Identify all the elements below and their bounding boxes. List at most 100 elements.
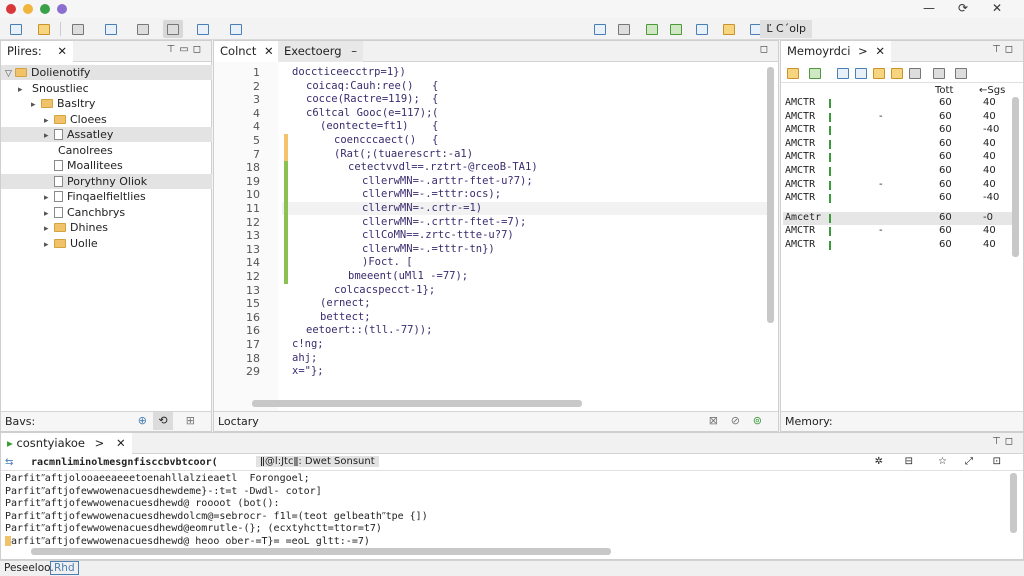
sort-icon[interactable] xyxy=(873,67,885,79)
tab-editor-active[interactable]: Colnct ✕ xyxy=(214,41,280,62)
minimize-window-dot[interactable] xyxy=(23,4,33,14)
close-icon[interactable]: ✕ xyxy=(875,44,885,58)
memory-row[interactable]: AMCTR 60 -40 xyxy=(783,192,1017,205)
code-line[interactable]: cllCoMN==.zrtc-ttte-u?7) xyxy=(362,229,514,241)
settings-toolbar-button[interactable] xyxy=(719,20,739,38)
console-line[interactable]: Parfitʺaftjofewwowenacuesdhewd@eomrutle-… xyxy=(5,523,382,535)
panel-controls[interactable]: ◻ xyxy=(760,44,772,55)
code-line[interactable]: colcacspecct-1}; xyxy=(334,284,435,296)
code-line[interactable]: cllerwMN=-.crtr-=1) xyxy=(362,202,482,214)
code-line[interactable]: bettect; xyxy=(320,311,371,323)
code-line[interactable]: (eontecte=ft1) xyxy=(320,120,409,132)
chart-toolbar-button[interactable] xyxy=(666,20,686,38)
minimize-button[interactable]: — xyxy=(912,1,946,15)
console-vertical-scrollbar[interactable] xyxy=(1010,473,1017,533)
copy-output-icon[interactable]: ⊟ xyxy=(905,456,913,467)
list-toolbar-button[interactable] xyxy=(101,20,121,38)
sync-icon[interactable]: ⟲ xyxy=(153,412,173,430)
filter-icon[interactable] xyxy=(855,67,867,79)
memory-row[interactable]: AMCTR 60 40 xyxy=(783,239,1017,252)
copy-toolbar-button[interactable] xyxy=(133,20,153,38)
code-line[interactable]: )Foct. [ xyxy=(362,256,413,268)
console-line[interactable]: Parfitʺaftjofewwowenacuesdhewdeme}-:t=t … xyxy=(5,486,322,498)
tree-item[interactable]: ▸ Snoustliec xyxy=(1,81,212,96)
memory-row[interactable]: AMCTR 60 -40 xyxy=(783,124,1017,137)
code-line[interactable]: (Rat(;(tuaerescrt:-a1) xyxy=(334,148,473,160)
code-line[interactable]: c!ng; xyxy=(292,338,324,350)
search-toolbar-button[interactable] xyxy=(68,20,88,38)
memory-row[interactable]: AMCTR - 60 40 xyxy=(783,111,1017,124)
close-icon[interactable]: ✕ xyxy=(116,436,126,450)
chevron-right-icon[interactable]: > xyxy=(95,436,105,450)
console-horizontal-scrollbar[interactable] xyxy=(31,548,611,555)
code-line[interactable]: doccticeecctrp=1}) xyxy=(292,66,406,78)
memory-row[interactable]: AMCTR - 60 40 xyxy=(783,179,1017,192)
open-toolbar-button[interactable] xyxy=(34,20,54,38)
lock-icon[interactable] xyxy=(909,67,921,79)
tree-item[interactable]: Canolrees xyxy=(1,143,212,158)
quick-access-field[interactable]: Ľ Cˊolp xyxy=(760,20,812,38)
columns-icon[interactable] xyxy=(837,67,849,79)
tree-item[interactable]: ▸ Cloees xyxy=(1,112,212,127)
extra-window-dot[interactable] xyxy=(57,4,67,14)
code-line[interactable]: cetectvvdl==.rztrt-@rceoB-TA1) xyxy=(348,161,538,173)
code-line[interactable]: x="}; xyxy=(292,365,324,377)
memory-row[interactable]: AMCTR 60 40 xyxy=(783,97,1017,110)
tree-item[interactable]: ▸ Dhines xyxy=(1,220,212,235)
code-line[interactable]: cllerwMN=-.=tttr:ocs); xyxy=(362,188,501,200)
tab-menu-icon[interactable]: – xyxy=(351,44,357,58)
tree-item[interactable]: Porythny Oliok xyxy=(1,173,212,189)
tree-item[interactable]: ▸ Finqaelfieltlies xyxy=(1,189,212,204)
memory-vertical-scrollbar[interactable] xyxy=(1012,97,1019,257)
memory-row[interactable]: AMCTR 60 40 xyxy=(783,165,1017,178)
code-line[interactable]: cocce(Ractre=119); xyxy=(306,93,420,105)
export-icon[interactable] xyxy=(891,67,903,79)
chevron-right-icon[interactable]: > xyxy=(858,44,868,58)
run-toolbar-button[interactable] xyxy=(590,20,610,38)
restore-button[interactable]: ⟳ xyxy=(946,1,980,15)
tree-item[interactable]: ▸ Canchbrys xyxy=(1,205,212,220)
expand-twisty-icon[interactable]: ▸ xyxy=(44,238,54,253)
compare-icon[interactable]: ⊘ xyxy=(731,414,740,427)
validate-icon[interactable]: ⊚ xyxy=(753,414,762,427)
grid-toolbar-button[interactable] xyxy=(163,20,183,38)
save-toolbar-button[interactable] xyxy=(614,20,634,38)
code-line[interactable]: eetoert::(tll.-77)); xyxy=(306,324,432,336)
code-line[interactable]: bmeeent(uMl1 -=77); xyxy=(348,270,468,282)
editor-vertical-scrollbar[interactable] xyxy=(767,67,774,323)
maximize-icon[interactable]: ⤢ xyxy=(965,456,973,467)
code-line[interactable]: cllerwMN=-.=tttr-tn}) xyxy=(362,243,495,255)
maximize-window-dot[interactable] xyxy=(40,4,50,14)
format-icon[interactable]: ⊠ xyxy=(709,414,718,427)
code-line[interactable]: coencccaect() xyxy=(334,134,416,146)
home-toolbar-button[interactable] xyxy=(6,20,26,38)
memory-row[interactable]: Amcetr 60 -0 xyxy=(783,211,1017,225)
close-icon[interactable]: ✕ xyxy=(264,44,274,58)
console-line[interactable]: Parfitʺaftjofewwowenacuesdhewdolcm@=sebr… xyxy=(5,511,428,523)
view-icon[interactable] xyxy=(933,67,945,79)
editor-horizontal-scrollbar[interactable] xyxy=(252,400,582,407)
code-line[interactable]: c6ltcal Gooc(e=117); xyxy=(306,107,432,119)
memory-row[interactable]: AMCTR 60 40 xyxy=(783,151,1017,164)
close-window-dot[interactable] xyxy=(6,4,16,14)
refresh-toolbar-button[interactable] xyxy=(692,20,712,38)
panel-controls[interactable]: ⊤▭◻ xyxy=(167,44,205,55)
search-console-icon[interactable]: ⊡ xyxy=(993,456,1001,467)
import-icon[interactable] xyxy=(809,67,821,79)
new-icon[interactable] xyxy=(787,67,799,79)
layout-icon[interactable] xyxy=(955,67,967,79)
tab-memory[interactable]: Memoyrdci > ✕ xyxy=(781,41,891,62)
memory-row[interactable]: AMCTR - 60 40 xyxy=(783,225,1017,238)
close-button[interactable]: ✕ xyxy=(980,1,1014,15)
panel-controls[interactable]: ⊤◻ xyxy=(992,44,1017,55)
tree-item[interactable]: ▽ Dolienotify xyxy=(1,65,212,80)
debug-toolbar-button[interactable] xyxy=(226,20,246,38)
tree-item[interactable]: ▸ Assatley xyxy=(1,127,212,142)
memory-row[interactable]: AMCTR 60 40 xyxy=(783,138,1017,151)
pin-icon[interactable]: ✲ xyxy=(875,456,883,467)
tree-item[interactable]: Moallitees xyxy=(1,158,212,173)
code-line[interactable]: (ernect; xyxy=(320,297,371,309)
tree-item[interactable]: ▸ Basltry xyxy=(1,96,212,111)
panel-controls[interactable]: ⊤◻ xyxy=(992,436,1017,447)
build-toolbar-button[interactable] xyxy=(193,20,213,38)
